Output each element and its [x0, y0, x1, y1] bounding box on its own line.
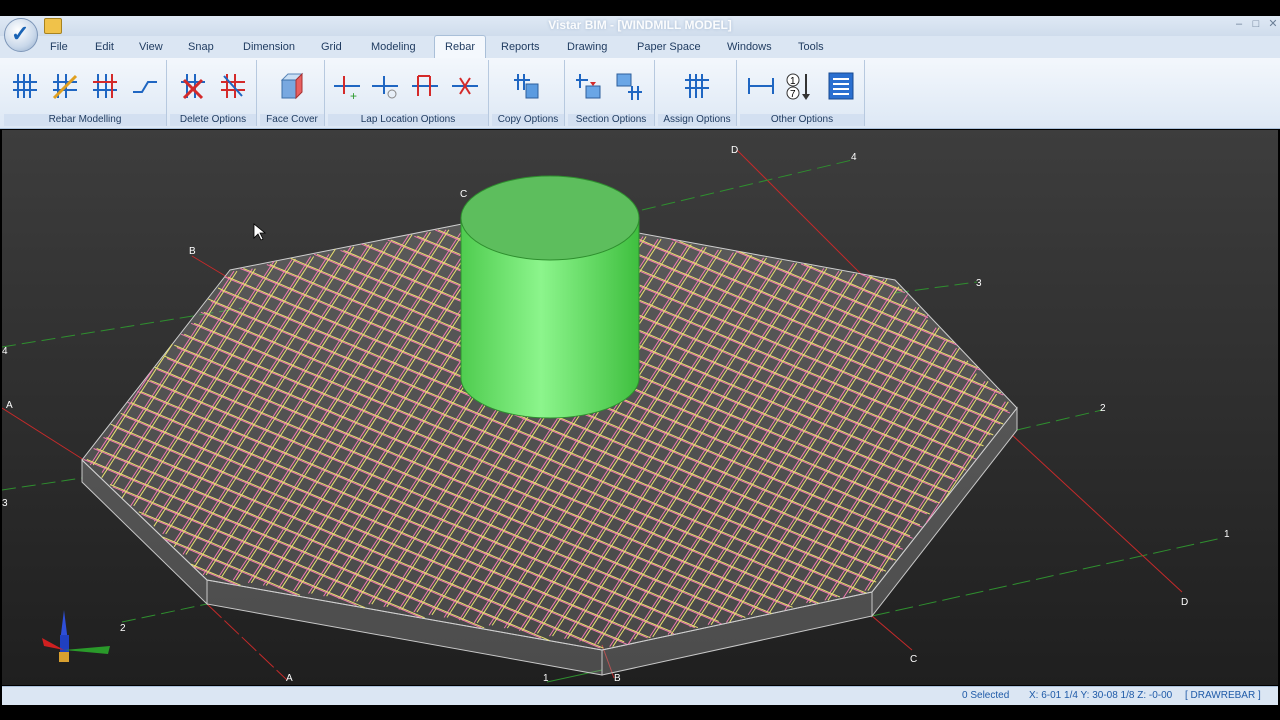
grid-label-a-bottom: A	[286, 673, 293, 684]
group-label: Assign Options	[658, 114, 736, 126]
section-copy-icon[interactable]	[614, 70, 644, 102]
dimension-icon[interactable]	[746, 70, 776, 102]
sort-numbers-icon[interactable]: 17	[784, 70, 814, 102]
section-rebar-icon[interactable]	[574, 70, 604, 102]
menu-modeling[interactable]: Modeling	[365, 36, 422, 58]
face-cover-icon[interactable]	[276, 70, 306, 102]
maximize-icon[interactable]: □	[1249, 17, 1263, 31]
axis-triad-icon	[42, 610, 110, 662]
menu-tools[interactable]: Tools	[792, 36, 830, 58]
copy-rebar-icon[interactable]	[512, 70, 542, 102]
ribbon: Rebar Modelling Delete Options Face Cove…	[0, 58, 1280, 129]
lap-location-icon[interactable]	[410, 70, 440, 102]
3d-viewport[interactable]: A B C D A B C D 1 2 3 4 1 2 3 4	[2, 130, 1278, 685]
menu-file[interactable]: File	[44, 36, 74, 58]
group-label: Rebar Modelling	[4, 114, 166, 126]
group-label: Section Options	[568, 114, 654, 126]
grid-label-3-left: 3	[2, 498, 8, 509]
rebar-layout-red-icon[interactable]	[90, 70, 120, 102]
remove-lap-icon[interactable]	[450, 70, 480, 102]
app-logo-button[interactable]: ✓	[4, 18, 38, 52]
rebar-layout-diagonal-icon[interactable]	[50, 70, 80, 102]
grid-label-3-right: 3	[976, 278, 982, 289]
grid-label-4-left: 4	[2, 346, 8, 357]
grid-label-c-bottom: C	[910, 654, 917, 665]
checkmark-icon: ✓	[11, 21, 30, 46]
bottom-black-bar	[0, 704, 1280, 720]
menu-reports[interactable]: Reports	[495, 36, 546, 58]
grid-label-2-right: 2	[1100, 403, 1106, 414]
mouse-cursor-icon	[253, 223, 267, 241]
menu-dimension[interactable]: Dimension	[237, 36, 301, 58]
group-copy-options: Copy Options	[492, 60, 565, 126]
group-face-cover: Face Cover	[260, 60, 325, 126]
group-label: Delete Options	[170, 114, 256, 126]
add-lap-icon[interactable]: +	[332, 70, 362, 103]
grid-label-4-top: 4	[851, 152, 857, 163]
group-other-options: 17 Other Options	[740, 60, 865, 126]
group-assign-options: Assign Options	[658, 60, 737, 126]
grid-label-2-left: 2	[120, 623, 126, 634]
close-icon[interactable]: ✕	[1266, 17, 1280, 31]
menu-bar: File Edit View Snap Dimension Grid Model…	[0, 35, 1280, 58]
menu-drawing[interactable]: Drawing	[561, 36, 613, 58]
move-lap-icon[interactable]	[370, 70, 400, 102]
grid-label-1-right: 1	[1224, 529, 1230, 540]
menu-edit[interactable]: Edit	[89, 36, 120, 58]
pedestal-cylinder[interactable]	[460, 175, 640, 419]
group-label: Lap Location Options	[328, 114, 488, 126]
rebar-bend-icon[interactable]	[130, 70, 160, 102]
rebar-layout-icon[interactable]	[10, 70, 40, 102]
group-label: Other Options	[740, 114, 864, 126]
grid-label-d-right: D	[1181, 597, 1188, 608]
group-label: Copy Options	[492, 114, 564, 126]
svg-text:1: 1	[790, 76, 796, 87]
list-icon[interactable]	[826, 70, 856, 102]
menu-view[interactable]: View	[133, 36, 169, 58]
menu-paper-space[interactable]: Paper Space	[631, 36, 707, 58]
application-window: ✓ Vistar BIM - [WINDMILL MODEL] – □ ✕ Fi…	[0, 0, 1280, 720]
grid-label-c-top: C	[460, 189, 467, 200]
grid-label-b-bottom: B	[614, 673, 621, 684]
grid-label-a-left: A	[6, 400, 13, 411]
selection-count: 0 Selected	[962, 690, 1010, 701]
menu-windows[interactable]: Windows	[721, 36, 778, 58]
group-label: Face Cover	[260, 114, 324, 126]
window-title: Vistar BIM - [WINDMILL MODEL]	[548, 18, 732, 32]
group-section-options: Section Options	[568, 60, 655, 126]
menu-snap[interactable]: Snap	[182, 36, 220, 58]
grid-label-d-top: D	[731, 145, 738, 156]
menu-rebar[interactable]: Rebar	[434, 35, 486, 58]
current-command: [ DRAWREBAR ]	[1185, 690, 1261, 701]
svg-text:7: 7	[790, 89, 796, 100]
top-black-bar	[0, 0, 1280, 16]
grid-label-b-top: B	[189, 246, 196, 257]
group-delete-options: Delete Options	[170, 60, 257, 126]
status-bar: 0 Selected X: 6-01 1/4 Y: 30-08 1/8 Z: -…	[2, 686, 1278, 705]
group-rebar-modelling: Rebar Modelling	[4, 60, 167, 126]
minimize-icon[interactable]: –	[1232, 17, 1246, 31]
grid-label-1-bottom: 1	[543, 673, 549, 684]
group-lap-location: + Lap Location Options	[328, 60, 489, 126]
svg-text:+: +	[350, 89, 357, 102]
cursor-coordinates: X: 6-01 1/4 Y: 30-08 1/8 Z: -0-00	[1029, 690, 1173, 701]
delete-rebar-icon[interactable]	[178, 70, 208, 102]
delete-rebar-set-icon[interactable]	[218, 70, 248, 102]
assign-rebar-icon[interactable]	[682, 70, 712, 102]
menu-grid[interactable]: Grid	[315, 36, 348, 58]
